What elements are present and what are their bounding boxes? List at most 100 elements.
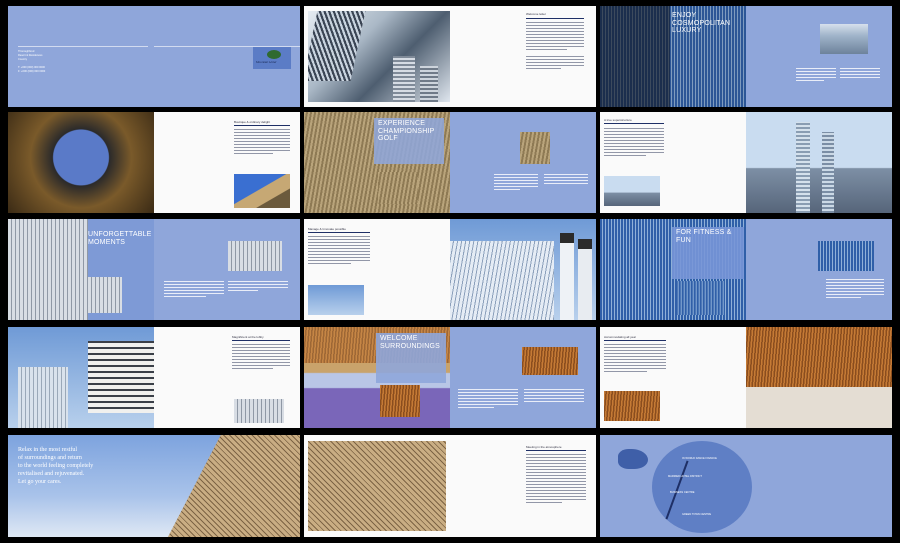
tagline-line-4: revitalised and rejuvenated. bbox=[18, 471, 85, 477]
spread-2-left-page bbox=[304, 6, 450, 107]
spread-1-left-page: Thoroughbred Resort & Residences Country… bbox=[8, 6, 154, 107]
wood-thumbnail bbox=[604, 391, 660, 421]
tower-thumbnail bbox=[820, 24, 868, 54]
page-heading: Meeting in the atmosphere bbox=[526, 445, 562, 449]
glass-inset bbox=[676, 281, 724, 315]
divider bbox=[18, 46, 148, 47]
spread-14-left-page bbox=[304, 435, 450, 537]
map-label-2: MARRIED HOTEL DISTRICT bbox=[668, 475, 702, 478]
spread-14: Meeting in the atmosphere bbox=[304, 435, 596, 537]
body-text bbox=[228, 281, 288, 293]
building-thumbnail bbox=[88, 277, 122, 313]
divider bbox=[526, 450, 586, 451]
body-text bbox=[544, 174, 588, 186]
facade-thumbnail bbox=[520, 132, 550, 164]
spread-4: Boutique & ordinary delight bbox=[8, 112, 300, 213]
tower-facade bbox=[168, 435, 300, 537]
spread-5: EXPERIENCE CHAMPIONSHIP GOLF bbox=[304, 112, 596, 213]
tagline-line-1: Relax in the most restful bbox=[18, 447, 77, 453]
country-outline-icon bbox=[618, 449, 648, 469]
spread-9: FOR FITNESS & FUN bbox=[600, 219, 892, 320]
body-text bbox=[604, 128, 664, 158]
wood-inset bbox=[380, 385, 420, 417]
body-text bbox=[234, 129, 290, 156]
section-heading: FOR FITNESS & FUN bbox=[676, 229, 732, 244]
address-line-2: Resort & Residences bbox=[18, 54, 43, 57]
spread-2-right-page: Welcome letter bbox=[450, 6, 596, 107]
industrial-photo bbox=[450, 219, 596, 320]
logo-text: Mountain Hotel bbox=[256, 60, 277, 64]
spread-2: Welcome letter bbox=[304, 6, 596, 107]
palm-logo-icon bbox=[267, 50, 281, 59]
page-heading: Welcome letter bbox=[526, 12, 546, 16]
spread-6: A true superstructure bbox=[600, 112, 892, 213]
spread-13: Relax in the most restful of surrounding… bbox=[8, 435, 300, 537]
body-text bbox=[494, 174, 538, 192]
tower-photo bbox=[308, 11, 450, 102]
spread-7: UNFORGETTABLE MOMENTS bbox=[8, 219, 300, 320]
spread-1: Thoroughbred Resort & Residences Country… bbox=[8, 6, 300, 107]
spread-10: Magnificent at the lobby bbox=[8, 327, 300, 428]
contact-phone: T: +000 (000) 000 0000 bbox=[18, 66, 45, 69]
page-heading: Accommodating all year bbox=[604, 335, 637, 339]
tower-dark-overlay bbox=[600, 6, 670, 107]
spread-4-right-page: Boutique & ordinary delight bbox=[154, 112, 300, 213]
body-text bbox=[458, 389, 518, 410]
spread-10-right-page: Magnificent at the lobby bbox=[154, 327, 300, 428]
spread-11-right-page bbox=[450, 327, 596, 428]
spread-6-left-page: A true superstructure bbox=[600, 112, 746, 213]
spread-11: WELCOME SURROUNDINGS bbox=[304, 327, 596, 428]
spread-9-right-page bbox=[746, 219, 892, 320]
spread-14-right-page: Meeting in the atmosphere bbox=[450, 435, 596, 537]
divider bbox=[526, 18, 584, 19]
spread-8: Manage & Innovate possible bbox=[304, 219, 596, 320]
section-heading: UNFORGETTABLE MOMENTS bbox=[88, 231, 152, 246]
building-thumbnail bbox=[234, 399, 284, 423]
contact-fax: F: +000 (000) 000 0000 bbox=[18, 70, 46, 73]
spread-3-right-page bbox=[746, 6, 892, 107]
industrial-thumbnail bbox=[308, 285, 364, 315]
divider bbox=[308, 232, 370, 233]
facade-inset bbox=[378, 172, 418, 204]
spread-1-right-page: Mountain Hotel bbox=[154, 6, 300, 107]
wood-thumbnail bbox=[522, 347, 578, 375]
spread-3: ENJOY COSMOPOLITAN LUXURY bbox=[600, 6, 892, 107]
spread-12-left-page: Accommodating all year bbox=[600, 327, 746, 428]
glass-thumbnail bbox=[818, 241, 874, 271]
divider bbox=[604, 123, 664, 124]
body-text bbox=[232, 344, 290, 371]
divider bbox=[604, 340, 666, 341]
map-label-3: BUSINESS CENTRE bbox=[670, 491, 695, 494]
body-text bbox=[796, 68, 836, 83]
address-line-1: Thoroughbred bbox=[18, 50, 35, 53]
divider bbox=[232, 340, 290, 341]
body-text bbox=[826, 279, 884, 300]
body-text bbox=[604, 344, 666, 374]
address-line-3: Country bbox=[18, 58, 28, 61]
page-heading: Magnificent at the lobby bbox=[232, 335, 264, 339]
diamond-facade-photo bbox=[308, 441, 446, 531]
modern-building-photo bbox=[8, 327, 154, 428]
skyline-thumbnail bbox=[604, 176, 660, 206]
tagline-line-2: of surroundings and return bbox=[18, 455, 82, 461]
body-text bbox=[164, 281, 224, 299]
section-heading: ENJOY COSMOPOLITAN LUXURY bbox=[672, 12, 731, 34]
map-label-1: IN WORLD DANCE FINANCE bbox=[682, 457, 717, 460]
tagline-line-3: to the world feeling completely bbox=[18, 463, 94, 469]
skyline-photo bbox=[746, 112, 892, 213]
hotel-logo: Mountain Hotel bbox=[253, 47, 291, 69]
body-text bbox=[840, 68, 880, 80]
section-heading: EXPERIENCE CHAMPIONSHIP GOLF bbox=[378, 120, 435, 142]
divider bbox=[234, 125, 290, 126]
map-label-4: GREEN TOWN CENTRE bbox=[682, 513, 712, 516]
page-heading: A true superstructure bbox=[604, 118, 632, 122]
body-text bbox=[526, 56, 584, 71]
section-heading: WELCOME SURROUNDINGS bbox=[380, 335, 440, 350]
atrium-photo bbox=[8, 112, 154, 213]
spread-8-left-page: Manage & Innovate possible bbox=[304, 219, 450, 320]
spread-7-right-page bbox=[154, 219, 300, 320]
body-text bbox=[526, 22, 584, 52]
spread-12: Accommodating all year bbox=[600, 327, 892, 428]
page-heading: Boutique & ordinary delight bbox=[234, 120, 271, 124]
building-thumbnail bbox=[228, 241, 282, 271]
